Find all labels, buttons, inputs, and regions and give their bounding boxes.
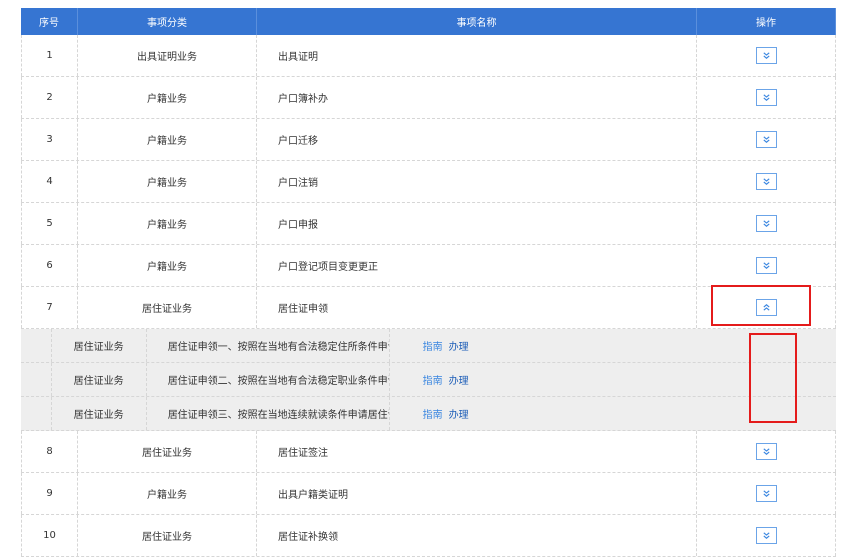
sub-row: 居住证业务居住证申领一、按照在当地有合法稳定住所条件申请居住证的指南办理 <box>21 329 836 363</box>
row-category: 户籍业务 <box>78 245 257 286</box>
expand-button[interactable] <box>755 443 777 460</box>
row-name: 出具证明 <box>257 35 697 76</box>
row-name: 户口注销 <box>257 161 697 202</box>
expand-button[interactable] <box>755 257 777 274</box>
table-row: 10 居住证业务 居住证补换领 <box>21 515 836 557</box>
expand-button[interactable] <box>755 47 777 64</box>
chevron-double-down-icon <box>762 177 771 186</box>
table-row: 3 户籍业务 户口迁移 <box>21 119 836 161</box>
sub-row-operation: 指南 办理 <box>390 329 836 362</box>
table-row: 8 居住证业务 居住证签注 <box>21 431 836 473</box>
expand-button[interactable] <box>755 527 777 544</box>
row-no: 6 <box>21 245 78 286</box>
row-operation <box>697 287 836 328</box>
chevron-double-down-icon <box>762 489 771 498</box>
sub-row-name: 居住证申领二、按照在当地有合法稳定职业条件申请居住证的 <box>147 363 390 396</box>
row-category: 户籍业务 <box>78 161 257 202</box>
chevron-double-down-icon <box>762 51 771 60</box>
row-name: 居住证申领 <box>257 287 697 328</box>
expand-button[interactable] <box>755 89 777 106</box>
row-name: 户口登记项目变更更正 <box>257 245 697 286</box>
table-row: 4 户籍业务 户口注销 <box>21 161 836 203</box>
table-header: 序号 事项分类 事项名称 操作 <box>21 8 836 35</box>
expand-button[interactable] <box>755 485 777 502</box>
row-no: 9 <box>21 473 78 514</box>
row-operation <box>697 203 836 244</box>
row-category: 户籍业务 <box>78 473 257 514</box>
row-operation <box>697 161 836 202</box>
collapse-button[interactable] <box>755 299 777 316</box>
row-no: 8 <box>21 431 78 472</box>
expand-button[interactable] <box>755 215 777 232</box>
row-no: 3 <box>21 119 78 160</box>
header-category: 事项分类 <box>78 8 257 35</box>
row-category: 居住证业务 <box>78 287 257 328</box>
row-operation <box>697 119 836 160</box>
row-no: 5 <box>21 203 78 244</box>
table-row: 7 居住证业务 居住证申领 <box>21 287 836 329</box>
expand-button[interactable] <box>755 173 777 190</box>
sub-row-category: 居住证业务 <box>52 329 147 362</box>
table-row: 5 户籍业务 户口申报 <box>21 203 836 245</box>
chevron-double-down-icon <box>762 261 771 270</box>
table-row: 2 户籍业务 户口簿补办 <box>21 77 836 119</box>
sub-row: 居住证业务居住证申领二、按照在当地有合法稳定职业条件申请居住证的指南办理 <box>21 363 836 397</box>
row-category: 户籍业务 <box>78 203 257 244</box>
row-operation <box>697 77 836 118</box>
row-category: 居住证业务 <box>78 515 257 556</box>
header-no: 序号 <box>21 8 78 35</box>
row-no: 2 <box>21 77 78 118</box>
header-operation: 操作 <box>697 8 836 35</box>
row-operation <box>697 515 836 556</box>
sub-row-category: 居住证业务 <box>52 397 147 430</box>
row-operation <box>697 431 836 472</box>
row-name: 居住证签注 <box>257 431 697 472</box>
handle-link[interactable]: 办理 <box>449 338 469 353</box>
row-name: 户口迁移 <box>257 119 697 160</box>
chevron-double-down-icon <box>762 447 771 456</box>
row-no: 1 <box>21 35 78 76</box>
row-no: 10 <box>21 515 78 556</box>
sub-row-no <box>21 397 52 430</box>
guide-link[interactable]: 指南 <box>423 406 443 421</box>
table-row: 9 户籍业务 出具户籍类证明 <box>21 473 836 515</box>
items-table: 序号 事项分类 事项名称 操作 1 出具证明业务 出具证明 2 户籍业务 户口簿补办 3 户籍… <box>21 8 836 557</box>
row-name: 出具户籍类证明 <box>257 473 697 514</box>
sub-row-name: 居住证申领一、按照在当地有合法稳定住所条件申请居住证的 <box>147 329 390 362</box>
chevron-double-down-icon <box>762 93 771 102</box>
sub-row-no <box>21 329 52 362</box>
guide-link[interactable]: 指南 <box>423 372 443 387</box>
row-category: 户籍业务 <box>78 119 257 160</box>
row-name: 居住证补换领 <box>257 515 697 556</box>
row-category: 居住证业务 <box>78 431 257 472</box>
sub-row-operation: 指南 办理 <box>390 397 836 430</box>
row-name: 户口簿补办 <box>257 77 697 118</box>
row-category: 户籍业务 <box>78 77 257 118</box>
row-no: 4 <box>21 161 78 202</box>
handle-link[interactable]: 办理 <box>449 372 469 387</box>
chevron-double-down-icon <box>762 135 771 144</box>
sub-row-name: 居住证申领三、按照在当地连续就读条件申请居住证的 <box>147 397 390 430</box>
row-operation <box>697 35 836 76</box>
chevron-double-down-icon <box>762 219 771 228</box>
header-name: 事项名称 <box>257 8 697 35</box>
expand-button[interactable] <box>755 131 777 148</box>
sub-row-operation: 指南 办理 <box>390 363 836 396</box>
row-operation <box>697 245 836 286</box>
chevron-double-up-icon <box>762 303 771 312</box>
chevron-double-down-icon <box>762 531 771 540</box>
sub-row-no <box>21 363 52 396</box>
guide-link[interactable]: 指南 <box>423 338 443 353</box>
table-row: 1 出具证明业务 出具证明 <box>21 35 836 77</box>
handle-link[interactable]: 办理 <box>449 406 469 421</box>
row-category: 出具证明业务 <box>78 35 257 76</box>
sub-row-category: 居住证业务 <box>52 363 147 396</box>
table-row: 6 户籍业务 户口登记项目变更更正 <box>21 245 836 287</box>
row-name: 户口申报 <box>257 203 697 244</box>
row-operation <box>697 473 836 514</box>
sub-row: 居住证业务 居住证申领三、按照在当地连续就读条件申请居住证的 指南 办理 <box>21 397 836 431</box>
row-no: 7 <box>21 287 78 328</box>
